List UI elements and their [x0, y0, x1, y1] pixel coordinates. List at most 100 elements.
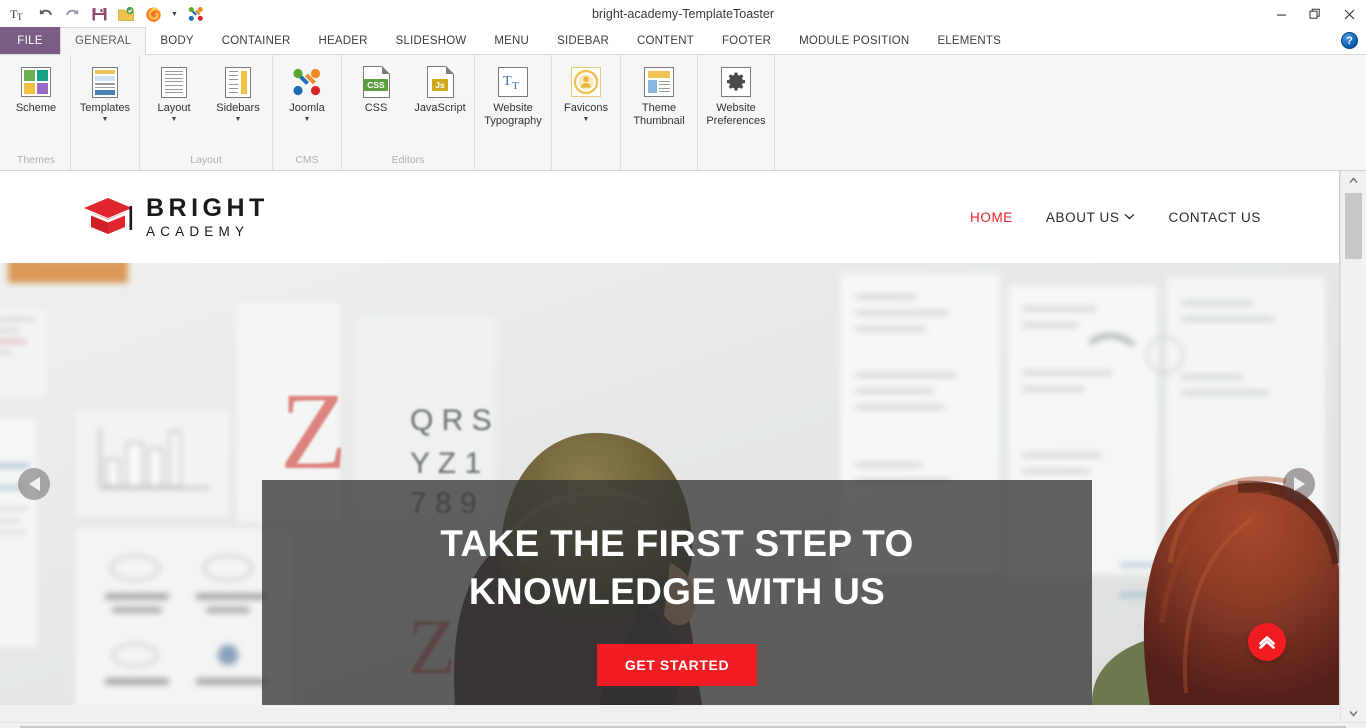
tab-module-position[interactable]: MODULE POSITION [785, 27, 923, 54]
typography-icon: TT [498, 65, 528, 99]
ribbon-group-typography: TT Website Typography [475, 55, 552, 170]
templates-icon [92, 65, 118, 99]
scroll-left-button[interactable] [0, 723, 18, 728]
group-label-typography [477, 152, 549, 170]
logo-title: BRIGHT [146, 193, 269, 222]
layout-icon [161, 65, 187, 99]
browser-dropdown-caret[interactable]: ▼ [170, 4, 179, 24]
tab-footer[interactable]: FOOTER [708, 27, 785, 54]
quick-access-toolbar: TT ▼ [0, 0, 206, 28]
website-typography-button[interactable]: TT Website Typography [477, 61, 549, 129]
hero-caption-overlay: TAKE THE FIRST STEP TO KNOWLEDGE WITH US… [262, 480, 1092, 705]
firefox-preview-icon[interactable] [143, 4, 163, 24]
css-button[interactable]: CSS CSS [344, 61, 408, 116]
save-icon[interactable] [89, 4, 109, 24]
undo-icon[interactable] [35, 4, 55, 24]
website-preferences-label: Website Preferences [706, 102, 766, 127]
site-navigation: HOME ABOUT US CONTACT US [970, 210, 1261, 225]
ribbon-group-preferences: Website Preferences [698, 55, 775, 170]
restore-button[interactable] [1298, 0, 1332, 28]
chevron-left-icon [28, 477, 40, 491]
chevron-right-icon [1293, 477, 1305, 491]
website-preview-canvas[interactable]: BRIGHT ACADEMY HOME ABOUT US CONTACT US [0, 171, 1340, 705]
nav-item-about-us[interactable]: ABOUT US [1046, 210, 1136, 225]
theme-thumbnail-button[interactable]: Theme Thumbnail [623, 61, 695, 129]
group-label-editors: Editors [391, 154, 425, 166]
templates-button[interactable]: Templates ▼ [73, 61, 137, 125]
group-label-themes: Themes [17, 154, 55, 166]
scroll-down-button[interactable] [1341, 704, 1366, 722]
export-icon[interactable] [116, 4, 136, 24]
nav-item-home[interactable]: HOME [970, 210, 1013, 225]
carousel-prev-button[interactable] [18, 468, 50, 500]
svg-text:T: T [17, 12, 23, 21]
javascript-button[interactable]: Js JavaScript [408, 61, 472, 116]
tab-content[interactable]: CONTENT [623, 27, 708, 54]
double-chevron-up-icon [1259, 635, 1275, 649]
preview-vertical-scrollbar[interactable] [1340, 171, 1366, 722]
sidebars-button[interactable]: Sidebars ▼ [206, 61, 270, 125]
joomla-caret[interactable]: ▼ [304, 116, 311, 124]
tab-file[interactable]: FILE [0, 27, 60, 54]
group-label-thumbnail [623, 152, 695, 170]
tab-menu[interactable]: MENU [480, 27, 543, 54]
ribbon-group-favicons: Favicons ▼ [552, 55, 621, 170]
close-button[interactable] [1332, 0, 1366, 28]
tab-elements[interactable]: ELEMENTS [923, 27, 1015, 54]
nav-item-home-label: HOME [970, 209, 1013, 225]
templates-label: Templates [79, 102, 131, 114]
site-logo[interactable]: BRIGHT ACADEMY [82, 193, 269, 239]
joomla-icon[interactable] [186, 4, 206, 24]
tab-header[interactable]: HEADER [304, 27, 381, 54]
window-controls [1264, 0, 1366, 28]
window-title-bar: TT ▼ bright-academy-TemplateToaster [0, 0, 1366, 28]
favicons-button[interactable]: Favicons ▼ [554, 61, 618, 125]
scroll-to-top-button[interactable] [1248, 623, 1286, 661]
color-scheme-icon [21, 65, 51, 99]
hero-title: TAKE THE FIRST STEP TO KNOWLEDGE WITH US [440, 523, 914, 612]
preview-horizontal-scrollbar[interactable] [0, 722, 1366, 728]
group-label-cms: CMS [295, 154, 319, 166]
chevron-down-icon [1124, 212, 1135, 222]
svg-text:Z: Z [280, 370, 347, 492]
theme-thumbnail-icon [644, 65, 674, 99]
tab-general[interactable]: GENERAL [60, 27, 147, 55]
svg-text:Q R S: Q R S [410, 404, 492, 437]
templates-caret[interactable]: ▼ [102, 116, 109, 124]
ribbon-tab-bar: FILE GENERAL BODY CONTAINER HEADER SLIDE… [0, 27, 1366, 55]
redo-icon[interactable] [62, 4, 82, 24]
nav-item-about-us-label: ABOUT US [1045, 209, 1120, 225]
scheme-button[interactable]: Scheme [4, 61, 68, 116]
js-file-icon: Js [426, 65, 454, 99]
site-header: BRIGHT ACADEMY HOME ABOUT US CONTACT US [0, 171, 1339, 263]
favicons-caret[interactable]: ▼ [583, 116, 590, 124]
vertical-scroll-thumb[interactable] [1345, 193, 1362, 259]
sidebars-label: Sidebars [216, 102, 260, 114]
layout-button[interactable]: Layout ▼ [142, 61, 206, 125]
website-preferences-button[interactable]: Website Preferences [700, 61, 772, 129]
layout-label: Layout [157, 102, 191, 114]
nav-item-contact-us[interactable]: CONTACT US [1168, 210, 1261, 225]
tab-sidebar[interactable]: SIDEBAR [543, 27, 623, 54]
joomla-label: Joomla [289, 102, 325, 114]
ribbon-group-themes: Scheme Themes [2, 55, 71, 170]
css-file-icon: CSS [362, 65, 390, 99]
help-icon[interactable]: ? [1341, 32, 1358, 49]
carousel-next-button[interactable] [1283, 468, 1315, 500]
group-label-layout: Layout [190, 154, 222, 166]
get-started-button[interactable]: GET STARTED [596, 644, 758, 686]
sidebars-icon [225, 65, 251, 99]
hero-slideshow[interactable]: Z Z x Q R S Y Z 1 7 8 9 Z [0, 263, 1339, 705]
tab-body[interactable]: BODY [146, 27, 207, 54]
layout-caret[interactable]: ▼ [171, 116, 178, 124]
tab-container[interactable]: CONTAINER [208, 27, 305, 54]
website-typography-label: Website Typography [484, 102, 542, 127]
scroll-right-button[interactable] [1348, 723, 1366, 728]
typography-icon[interactable]: TT [8, 4, 28, 24]
joomla-button[interactable]: Joomla ▼ [275, 61, 339, 125]
minimize-button[interactable] [1264, 0, 1298, 28]
sidebars-caret[interactable]: ▼ [235, 116, 242, 124]
scroll-up-button[interactable] [1341, 171, 1366, 189]
tab-slideshow[interactable]: SLIDESHOW [382, 27, 481, 54]
ribbon-group-layout: Layout ▼ Sidebars ▼ Layout [140, 55, 273, 170]
